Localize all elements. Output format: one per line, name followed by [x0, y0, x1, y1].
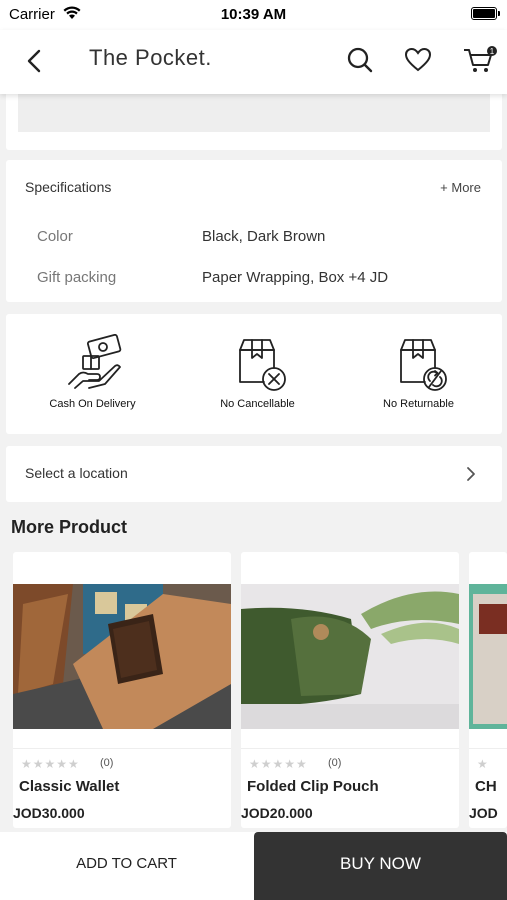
rating-stars: ★★★★★ [21, 757, 80, 771]
product-price: JOD30.000 [13, 805, 85, 821]
product-card-classic-wallet[interactable]: ★★★★★ (0) Classic Wallet JOD30.000 [13, 552, 231, 828]
product-price: JOD20.000 [241, 805, 313, 821]
cash-on-delivery-icon [67, 334, 121, 389]
specifications-card: Specifications + More Color Black, Dark … [6, 160, 502, 302]
location-label: Select a location [25, 465, 128, 481]
product-name: Folded Clip Pouch [247, 778, 379, 795]
cart-badge: 1 [490, 47, 495, 56]
policy-label: Cash On Delivery [49, 398, 136, 410]
no-return-icon [399, 339, 447, 391]
product-price: JOD [469, 805, 498, 821]
more-specs-button[interactable]: + More [440, 180, 481, 195]
divider [241, 748, 459, 749]
policy-label: No Cancellable [220, 398, 295, 410]
page-title: The Pocket. [89, 45, 212, 70]
rating-count: (0) [100, 757, 114, 769]
policy-label: No Returnable [383, 398, 454, 410]
policy-no-cancellable: No Cancellable [175, 334, 340, 410]
rating-count: (0) [328, 757, 342, 769]
spec-key: Gift packing [37, 269, 117, 286]
content-placeholder [18, 94, 490, 132]
policy-cash-on-delivery: Cash On Delivery [10, 334, 175, 410]
product-image [469, 584, 507, 729]
battery-icon [471, 7, 500, 20]
add-to-cart-button[interactable]: ADD TO CART [0, 832, 253, 900]
back-button[interactable] [22, 46, 50, 76]
more-products-title: More Product [11, 517, 128, 537]
buy-now-button[interactable]: BUY NOW [254, 832, 507, 900]
status-bar: Carrier 10:39 AM [0, 0, 507, 30]
product-card-folded-clip-pouch[interactable]: ★★★★★ (0) Folded Clip Pouch JOD20.000 [241, 552, 459, 828]
spec-value: Paper Wrapping, Box +4 JD [202, 269, 389, 286]
product-image [13, 584, 231, 729]
bottom-action-bar: ADD TO CART BUY NOW [0, 832, 507, 900]
no-cancel-icon [238, 339, 286, 391]
spec-key: Color [37, 228, 73, 245]
rating-stars: ★★★★★ [249, 757, 308, 771]
rating-stars: ★ [477, 757, 489, 771]
divider [13, 748, 231, 749]
search-icon[interactable] [345, 45, 375, 75]
product-name: CH [475, 778, 497, 795]
product-card-partial[interactable]: ★ CH JOD [469, 552, 507, 828]
description-card [6, 94, 502, 150]
chevron-right-icon [466, 466, 476, 487]
policy-no-returnable: No Returnable [336, 334, 501, 410]
cart-icon[interactable]: 1 [462, 45, 498, 75]
product-image [241, 584, 459, 729]
clock: 10:39 AM [220, 6, 287, 23]
policies-card: Cash On Delivery No Cancellable No Retur… [6, 314, 502, 434]
product-name: Classic Wallet [19, 778, 120, 795]
heart-icon[interactable] [403, 45, 433, 75]
select-location-row[interactable]: Select a location [6, 446, 502, 502]
divider [469, 748, 507, 749]
specifications-title: Specifications [25, 179, 112, 195]
spec-value: Black, Dark Brown [202, 228, 326, 245]
app-header: The Pocket. 1 [0, 30, 507, 94]
